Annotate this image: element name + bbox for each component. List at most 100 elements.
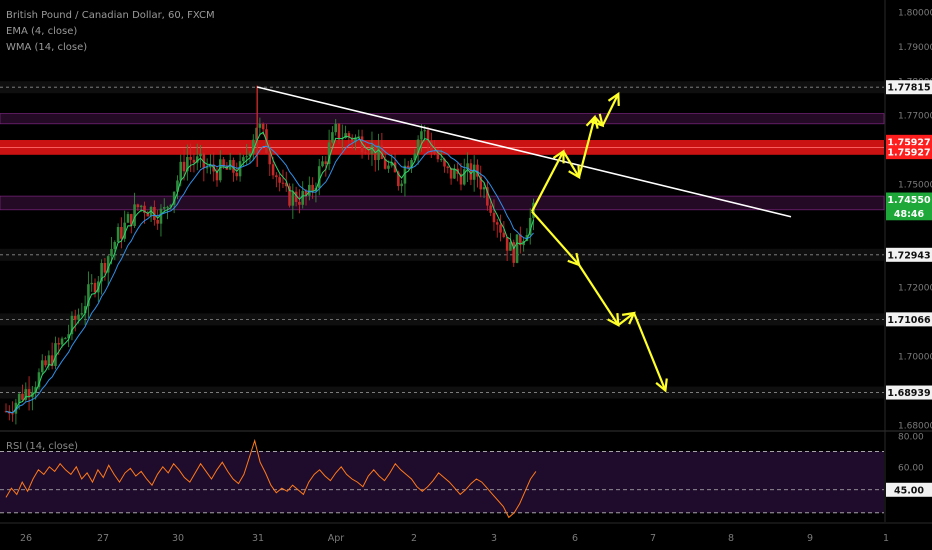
time-tick: 3 [491,533,497,544]
candle-body [446,166,450,168]
time-tick: 27 [97,533,109,544]
candle-body [21,393,24,400]
candle-body [298,201,301,205]
chart-title: British Pound / Canadian Dollar, 60, FXC… [6,10,215,21]
candle-body [110,249,113,257]
price-label: 1.74550 [887,195,931,206]
price-tick: 1.75000 [898,181,932,191]
price-axis[interactable]: 1.800001.790001.780001.770001.750001.730… [884,0,932,522]
time-tick: 7 [650,533,656,544]
candle-body [179,161,183,181]
candle-body [162,207,166,209]
rsi-legend: RSI (14, close) [6,441,79,452]
candle-body [271,164,275,176]
time-tick: 1 [883,533,889,544]
candle-body [364,152,367,154]
time-tick: Apr [328,533,345,544]
candle-body [199,153,202,157]
candle-body [492,212,496,223]
candle-body [515,234,519,263]
rsi-tick: 80.00 [898,433,924,443]
candle-body [116,227,120,243]
zone-band [0,113,885,125]
rsi-band [0,451,884,513]
candle-body [40,360,44,373]
price-tick: 1.80000 [898,9,932,19]
candle-body [182,161,186,172]
candle-body [308,184,311,196]
candle-body [301,190,305,205]
candle-body [489,205,492,213]
candle-body [90,282,94,285]
price-label: 1.75927 [887,148,930,159]
candle-body [505,237,509,251]
candle-body [261,123,265,130]
candle-body [321,161,324,167]
candle-body [93,282,97,293]
candle-body [136,204,140,208]
candle-body [192,159,196,163]
time-tick: 31 [252,533,264,544]
time-tick: 30 [172,533,184,544]
candle-body [311,184,314,192]
candle-body [439,159,443,161]
candle-body [453,168,456,179]
candle-body [166,206,169,208]
candle-body [331,132,334,143]
candle-body [189,157,192,160]
candle-body [420,131,423,140]
price-label: 1.71066 [887,315,931,326]
time-axis[interactable]: 26 27 30 31 Apr 2 3 6 7 8 9 1 [0,522,932,544]
candle-body [139,205,143,208]
candle-body [156,219,159,224]
price-tick: 1.79000 [898,43,932,53]
price-tick: 1.70000 [898,353,932,363]
candle-body [502,232,506,238]
price-tick: 1.72000 [898,284,932,294]
price-label: 1.77815 [887,83,930,94]
candle-body [324,161,328,164]
candle-body [436,153,440,160]
horizontal-levels [0,81,884,399]
candle-body [47,355,51,366]
candle-body [120,227,123,239]
candle-body [205,167,209,169]
candle-body [337,123,341,140]
time-tick: 6 [572,533,578,544]
candle-body [258,123,262,128]
rsi-tick: 60.00 [898,463,924,473]
candle-body [126,214,130,223]
time-tick: 2 [411,533,417,544]
candle-body [219,159,222,181]
wma-line [5,138,534,414]
candle-body [291,191,295,206]
candle-body [73,315,77,320]
time-tick: 9 [807,533,813,544]
candle-body [133,204,136,226]
candle-body [80,313,84,315]
price-label: 1.72943 [887,250,930,261]
candle-body [17,393,21,403]
candle-body [245,156,248,158]
ema-legend: EMA (4, close) [6,26,78,37]
candle-body [242,157,245,162]
price-label: 48:46 [894,209,925,220]
price-chart[interactable]: 1.800001.790001.780001.770001.750001.730… [0,0,932,550]
projection-arrows[interactable] [530,91,668,393]
wma-legend: WMA (14, close) [6,42,88,53]
rsi-pane [0,430,932,519]
candle-body [11,413,14,415]
candle-body [509,242,512,251]
candle-body [367,153,370,155]
candle-body [462,169,466,185]
candle-body [281,182,285,184]
candle-body [77,314,80,320]
price-tick: 1.68000 [898,421,932,431]
candle-body [103,262,107,273]
candle-body [64,338,67,340]
price-label: 1.68939 [887,388,930,399]
highlight-zones [0,113,885,211]
rsi-current-label: 45.00 [894,485,924,496]
candle-body [472,164,476,180]
candle-body [44,360,47,366]
